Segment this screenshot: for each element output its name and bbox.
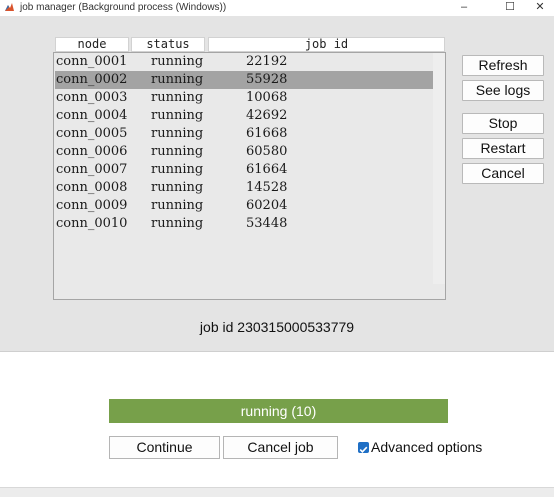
job-id-cell: 60580 [246,144,288,159]
list-item[interactable]: conn_0003 running 10068 [55,89,433,107]
status-cell: running [151,72,204,87]
title-bar: job manager (Background process (Windows… [0,0,554,16]
window-title: job manager (Background process (Windows… [20,2,227,13]
list-item[interactable]: conn_0009 running 60204 [55,197,433,215]
advanced-options-label[interactable]: Advanced options [371,439,482,455]
advanced-options-checkbox[interactable] [358,442,369,453]
node-cell: conn_0007 [56,162,128,177]
checkmark-icon [359,446,368,453]
node-cell: conn_0009 [56,198,128,213]
list-item-selected[interactable]: conn_0002 running 55928 [55,71,433,89]
list-item[interactable]: conn_0010 running 53448 [55,215,433,233]
status-cell: running [151,216,204,231]
job-id-cell: 42692 [246,108,288,123]
job-id-cell: 55928 [246,72,288,87]
header-status: status [131,37,205,52]
node-cell: conn_0004 [56,108,128,123]
node-cell: conn_0001 [56,54,128,69]
restart-button[interactable]: Restart [462,138,544,159]
vertical-scrollbar[interactable] [433,53,445,284]
node-cell: conn_0008 [56,180,128,195]
minimize-button[interactable]: – [449,0,479,16]
node-cell: conn_0006 [56,144,128,159]
header-job-id: job id [208,37,445,52]
job-id-cell: 14528 [246,180,288,195]
status-cell: running [151,162,204,177]
maximize-button[interactable]: ☐ [495,0,525,16]
list-item[interactable]: conn_0001 running 22192 [55,53,433,71]
status-cell: running [151,180,204,195]
job-id-label: job id 230315000533779 [199,319,355,335]
stop-button[interactable]: Stop [462,113,544,134]
node-cell: conn_0002 [56,72,128,87]
status-cell: running [151,198,204,213]
status-cell: running [151,126,204,141]
job-id-cell: 61664 [246,162,288,177]
node-cell: conn_0003 [56,90,128,105]
job-listbox[interactable]: conn_0001 running 22192 conn_0002 runnin… [53,52,446,300]
node-cell: conn_0005 [56,126,128,141]
progress-bar: running (10) [109,399,448,423]
status-cell: running [151,108,204,123]
job-panel: node status job id conn_0001 running 221… [0,16,554,352]
job-id-cell: 53448 [246,216,288,231]
job-id-cell: 10068 [246,90,288,105]
refresh-button[interactable]: Refresh [462,55,544,76]
close-button[interactable]: ✕ [525,0,554,16]
status-cell: running [151,90,204,105]
cancel-job-button[interactable]: Cancel job [223,436,338,459]
see-logs-button[interactable]: See logs [462,80,544,101]
cancel-button[interactable]: Cancel [462,163,544,184]
node-cell: conn_0010 [56,216,128,231]
list-item[interactable]: conn_0005 running 61668 [55,125,433,143]
matlab-app-icon [4,2,15,13]
job-id-cell: 61668 [246,126,288,141]
list-item[interactable]: conn_0006 running 60580 [55,143,433,161]
job-id-cell: 60204 [246,198,288,213]
continue-button[interactable]: Continue [109,436,220,459]
status-cell: running [151,144,204,159]
header-node: node [55,37,129,52]
status-cell: running [151,54,204,69]
list-item[interactable]: conn_0008 running 14528 [55,179,433,197]
list-item[interactable]: conn_0007 running 61664 [55,161,433,179]
job-id-cell: 22192 [246,54,288,69]
list-item[interactable]: conn_0004 running 42692 [55,107,433,125]
